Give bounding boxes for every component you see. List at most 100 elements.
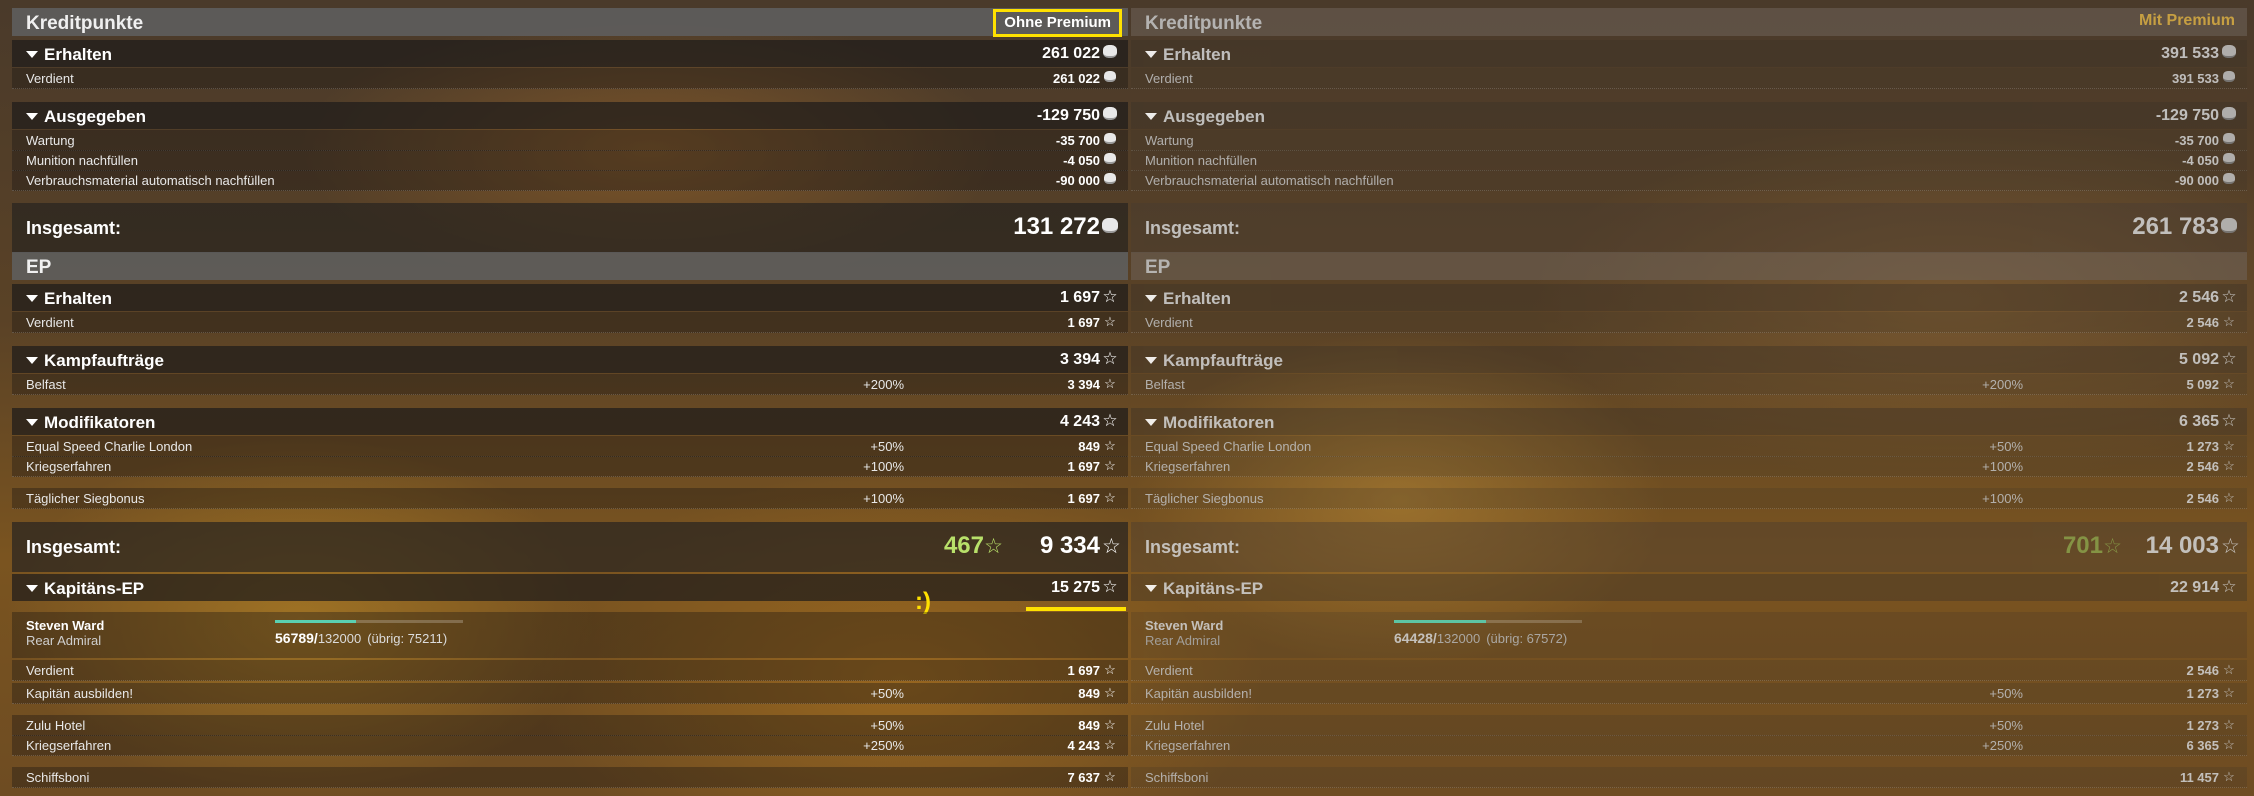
captain-rank: Rear Admiral — [26, 633, 102, 648]
section-label: Ausgegeben — [44, 107, 147, 126]
total-value: 261 783 — [2132, 213, 2219, 240]
xp-star-icon: ☆ — [1102, 349, 1118, 368]
xp-star-icon: ☆ — [1102, 411, 1118, 430]
xp-star-icon: ☆ — [1104, 769, 1116, 784]
xp-star-icon: ☆ — [1104, 662, 1116, 677]
xp-star-icon: ☆ — [1102, 287, 1118, 306]
credit-coin-icon — [1102, 172, 1118, 187]
section-value: 4 243 — [1059, 413, 1100, 430]
xp-received-section[interactable]: Erhalten 1 697 ☆ — [12, 284, 1128, 311]
credit-coin-icon — [1102, 132, 1118, 147]
section-label: Modifikatoren — [1163, 413, 1275, 432]
progress-total: 132000 — [317, 631, 362, 646]
captain-row: Steven Ward Rear Admiral 64428/132000 (üb… — [1131, 612, 2247, 658]
list-item: Wartung -35 700 — [12, 130, 1128, 151]
combat-missions-section[interactable]: Kampfaufträge 3 394 ☆ — [12, 346, 1128, 373]
item-percent: +50% — [870, 718, 904, 733]
captain-rank: Rear Admiral — [1145, 633, 1221, 648]
item-label: Kapitän ausbilden! — [1145, 686, 1252, 701]
credits-received-section[interactable]: Erhalten 391 533 — [1131, 40, 2247, 67]
credit-coin-icon — [1102, 70, 1118, 85]
item-label: Verdient — [1145, 663, 1193, 678]
item-label: Verbrauchsmaterial automatisch nachfülle… — [1145, 173, 1394, 188]
xp-star-icon: ☆ — [1102, 577, 1118, 596]
list-item: Kriegserfahren +250% 6 365 ☆ — [1131, 735, 2247, 756]
captain-progress-text: 64428/132000 (übrig: 67572) — [1394, 630, 1567, 646]
xp-star-icon: ☆ — [2221, 411, 2237, 430]
free-xp-star-icon: ☆ — [984, 535, 1003, 558]
item-percent: +200% — [863, 377, 904, 392]
captain-progress-fill — [275, 620, 356, 623]
list-item: Schiffsboni 7 637 ☆ — [12, 767, 1128, 788]
results-panel-without-premium: Kreditpunkte Ohne Premium Erhalten 261 0… — [12, 8, 1128, 796]
item-value: 11 457 — [2179, 770, 2219, 785]
credit-coin-icon — [2221, 43, 2237, 63]
credits-received-section[interactable]: Erhalten 261 022 — [12, 40, 1128, 67]
total-label: Insgesamt: — [1145, 537, 1241, 557]
credits-spent-section[interactable]: Ausgegeben -129 750 — [1131, 102, 2247, 129]
list-item: Zulu Hotel +50% 1 273 ☆ — [1131, 715, 2247, 736]
total-value: 131 272 — [1013, 213, 1100, 240]
xp-total: Insgesamt: 467 ☆ 9 334 ☆ — [12, 522, 1128, 572]
progress-remaining: (übrig: 67572) — [1486, 631, 1568, 646]
xp-star-icon: ☆ — [2223, 314, 2235, 329]
section-value: 6 365 — [2178, 413, 2219, 430]
modifiers-section[interactable]: Modifikatoren 6 365 ☆ — [1131, 408, 2247, 435]
modifiers-section[interactable]: Modifikatoren 4 243 ☆ — [12, 408, 1128, 435]
credit-coin-icon — [2221, 152, 2237, 167]
section-label: Kapitäns-EP — [44, 579, 145, 598]
credit-coin-icon — [2221, 215, 2237, 239]
item-label: Kriegserfahren — [26, 459, 112, 474]
item-label: Equal Speed Charlie London — [26, 439, 193, 454]
credit-coin-icon — [2221, 105, 2237, 125]
credits-header: Kreditpunkte Mit Premium — [1131, 8, 2247, 36]
list-item: Wartung -35 700 — [1131, 130, 2247, 151]
item-percent: +250% — [863, 738, 904, 753]
item-percent: +50% — [870, 439, 904, 454]
credits-spent-section[interactable]: Ausgegeben -129 750 — [12, 102, 1128, 129]
total-label: Insgesamt: — [26, 218, 122, 238]
captain-progress-fill — [1394, 620, 1487, 623]
credits-total: Insgesamt: 261 783 — [1131, 203, 2247, 253]
item-value: 1 273 — [2186, 686, 2219, 701]
item-percent: +50% — [1989, 718, 2023, 733]
item-value: -35 700 — [1055, 133, 1100, 148]
list-item: Kriegserfahren +100% 1 697 ☆ — [12, 456, 1128, 477]
credit-coin-icon — [2221, 172, 2237, 187]
item-value: -4 050 — [1063, 153, 1100, 168]
item-value: -4 050 — [2182, 153, 2219, 168]
section-value: 22 914 — [2170, 579, 2219, 596]
section-value: 15 275 — [1051, 579, 1100, 596]
with-premium-tab[interactable]: Mit Premium — [2139, 12, 2235, 30]
combat-missions-section[interactable]: Kampfaufträge 5 092 ☆ — [1131, 346, 2247, 373]
section-value: -129 750 — [2155, 107, 2219, 124]
highlight-underline — [1026, 607, 1126, 611]
item-value: 5 092 — [2186, 377, 2219, 392]
list-item: Verdient 2 546 ☆ — [1131, 312, 2247, 333]
item-percent: +100% — [863, 459, 904, 474]
section-value: 2 546 — [2178, 289, 2219, 306]
without-premium-tab[interactable]: Ohne Premium — [993, 9, 1122, 37]
captain-xp-section[interactable]: Kapitäns-EP 22 914 ☆ — [1131, 574, 2247, 601]
list-item: Verbrauchsmaterial automatisch nachfülle… — [1131, 170, 2247, 191]
captain-row: Steven Ward Rear Admiral 56789/132000 (üb… — [12, 612, 1128, 658]
xp-star-icon: ☆ — [1104, 490, 1116, 505]
captain-xp-section[interactable]: Kapitäns-EP 15 275 ☆ — [12, 574, 1128, 611]
item-label: Zulu Hotel — [1145, 718, 1205, 733]
section-label: Erhalten — [1163, 289, 1232, 308]
xp-star-icon: ☆ — [2223, 376, 2235, 391]
list-item: Verdient 261 022 — [12, 68, 1128, 89]
xp-received-section[interactable]: Erhalten 2 546 ☆ — [1131, 284, 2247, 311]
section-label: Kapitäns-EP — [1163, 579, 1264, 598]
item-label: Wartung — [26, 133, 75, 148]
list-item: Equal Speed Charlie London +50% 1 273 ☆ — [1131, 436, 2247, 457]
item-percent: +50% — [1989, 686, 2023, 701]
results-panel-with-premium: Kreditpunkte Mit Premium Erhalten 391 53… — [1131, 8, 2247, 796]
progress-remaining: (übrig: 75211) — [367, 631, 448, 646]
captain-name: Steven Ward — [1145, 618, 1224, 633]
item-percent: +50% — [870, 686, 904, 701]
credits-header: Kreditpunkte Ohne Premium — [12, 8, 1128, 37]
xp-star-icon: ☆ — [1104, 438, 1116, 453]
xp-star-icon: ☆ — [1104, 737, 1116, 752]
item-label: Munition nachfüllen — [1145, 153, 1258, 168]
